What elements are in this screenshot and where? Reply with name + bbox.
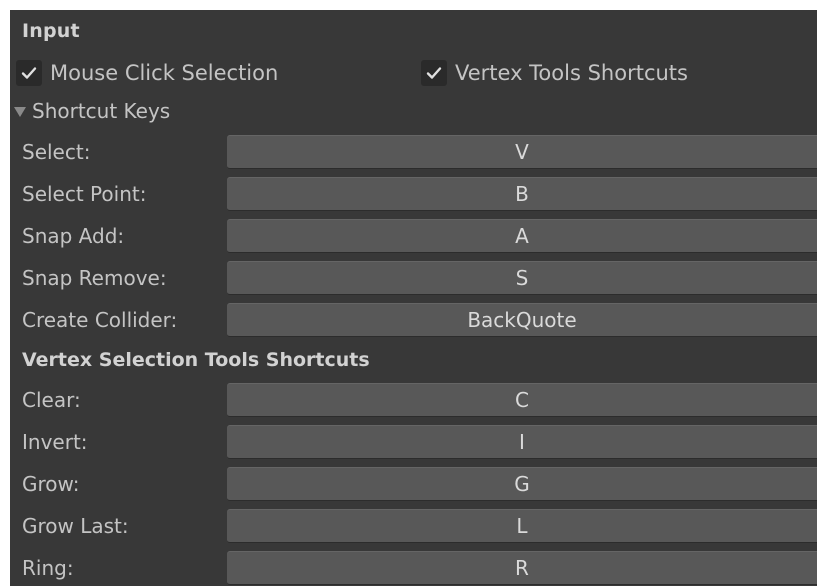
shortcut-label: Select: (22, 140, 91, 164)
mouse-click-selection-label: Mouse Click Selection (50, 61, 279, 85)
shortcut-row-snap-add: Snap Add: A (10, 219, 817, 253)
shortcut-row-grow: Grow: G (10, 467, 817, 501)
key-field-grow-last[interactable]: L (227, 509, 817, 543)
key-field-snap-remove[interactable]: S (227, 261, 817, 295)
shortcut-row-select: Select: V (10, 135, 817, 169)
shortcut-keys-foldout-label: Shortcut Keys (32, 99, 171, 123)
shortcut-keys-foldout[interactable]: Shortcut Keys (14, 99, 170, 123)
key-field-select-point[interactable]: B (227, 177, 817, 211)
shortcut-label: Create Collider: (22, 308, 178, 332)
mouse-click-selection-checkbox[interactable] (16, 60, 42, 86)
section-header-input: Input (22, 20, 80, 42)
key-field-clear[interactable]: C (227, 383, 817, 417)
shortcut-row-create-collider: Create Collider: BackQuote (10, 303, 817, 337)
shortcut-label: Grow Last: (22, 514, 129, 538)
mouse-click-selection-toggle[interactable]: Mouse Click Selection (16, 60, 278, 86)
shortcut-label: Snap Add: (22, 224, 125, 248)
shortcut-label: Ring: (22, 556, 74, 580)
vertex-tools-shortcuts-label: Vertex Tools Shortcuts (455, 61, 688, 85)
shortcut-row-grow-last: Grow Last: L (10, 509, 817, 543)
shortcut-row-ring: Ring: R (10, 551, 817, 585)
shortcut-row-clear: Clear: C (10, 383, 817, 417)
shortcut-row-select-point: Select Point: B (10, 177, 817, 211)
shortcut-label: Select Point: (22, 182, 147, 206)
shortcut-label: Invert: (22, 430, 88, 454)
key-field-snap-add[interactable]: A (227, 219, 817, 253)
key-field-ring[interactable]: R (227, 551, 817, 585)
shortcut-label: Clear: (22, 388, 81, 412)
vertex-tools-shortcuts-toggle[interactable]: Vertex Tools Shortcuts (421, 60, 688, 86)
check-icon (21, 67, 37, 79)
triangle-down-icon[interactable] (14, 107, 26, 117)
section-header-vertex-selection-tools: Vertex Selection Tools Shortcuts (22, 349, 370, 371)
shortcut-label: Grow: (22, 472, 80, 496)
key-field-create-collider[interactable]: BackQuote (227, 303, 817, 337)
shortcut-row-snap-remove: Snap Remove: S (10, 261, 817, 295)
vertex-tools-shortcuts-checkbox[interactable] (421, 60, 447, 86)
shortcut-label: Snap Remove: (22, 266, 167, 290)
key-field-select[interactable]: V (227, 135, 817, 169)
input-settings-panel: Input Mouse Click Selection Vertex Tools… (10, 10, 817, 586)
shortcut-row-invert: Invert: I (10, 425, 817, 459)
key-field-grow[interactable]: G (227, 467, 817, 501)
check-icon (426, 67, 442, 79)
key-field-invert[interactable]: I (227, 425, 817, 459)
